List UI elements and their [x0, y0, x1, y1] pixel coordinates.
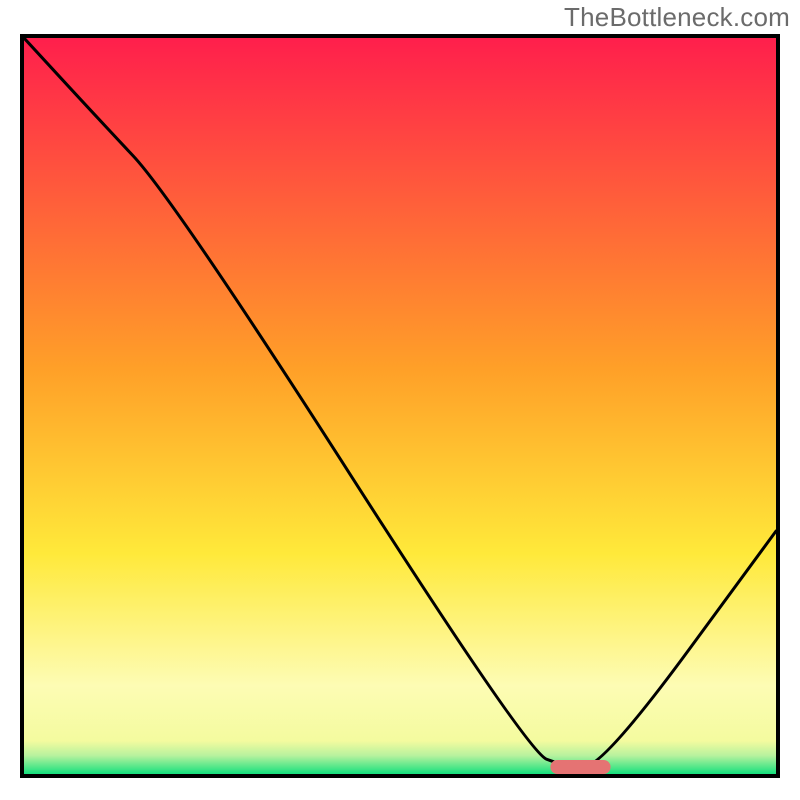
chart-background [24, 38, 776, 774]
bottleneck-chart [24, 38, 776, 774]
optimal-range-marker [550, 760, 610, 774]
chart-frame [20, 34, 780, 778]
watermark-text: TheBottleneck.com [564, 2, 790, 33]
